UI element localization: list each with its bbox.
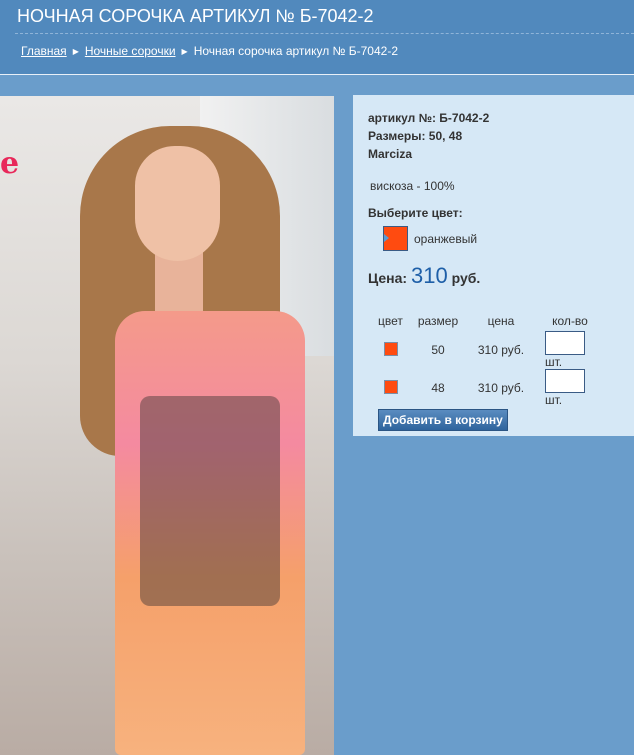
add-to-cart-button[interactable]: Добавить в корзину — [378, 409, 508, 431]
price-currency: руб. — [451, 270, 481, 286]
cell-color — [372, 369, 409, 407]
unit-label: шт. — [545, 393, 563, 407]
color-swatch — [383, 341, 398, 356]
quantity-input[interactable] — [545, 331, 585, 355]
price-label: Цена: — [368, 270, 408, 286]
breadcrumb: Главная ▶ Ночные сорочки ▶ Ночная сорочка ар… — [21, 44, 398, 58]
col-price: цена — [487, 314, 515, 328]
unit-label: шт. — [545, 355, 563, 369]
cell-size: 50 — [431, 343, 445, 357]
table-row: 50 310 руб. шт. — [372, 331, 605, 369]
price-value: 310 — [410, 263, 448, 288]
product-info-panel: артикул №: Б-7042-2 Размеры: 50, 48 Marc… — [353, 95, 634, 436]
breadcrumb-home[interactable]: Главная — [21, 44, 67, 58]
divider — [15, 33, 634, 34]
choose-color-label: Выберите цвет: — [368, 206, 463, 220]
color-swatch[interactable] — [383, 226, 408, 251]
table-header: цвет размер цена кол-во — [372, 311, 605, 331]
cell-qty: шт. — [535, 331, 605, 369]
page-title: НОЧНАЯ СОРОЧКА АРТИКУЛ № Б-7042-2 — [17, 6, 374, 26]
page-header: НОЧНАЯ СОРОЧКА АРТИКУЛ № Б-7042-2 Главна… — [0, 0, 634, 75]
cell-price: 310 руб. — [477, 381, 525, 395]
quantity-input[interactable] — [545, 369, 585, 393]
product-photo[interactable]: e — [0, 96, 334, 755]
variants-table: цвет размер цена кол-во 50 310 руб. шт. … — [372, 311, 605, 407]
cell-qty: шт. — [535, 369, 605, 407]
price: Цена: 310 руб. — [368, 263, 634, 289]
chevron-right-icon: ▶ — [72, 47, 79, 56]
cell-size: 48 — [431, 381, 445, 395]
photo-model-face — [135, 146, 220, 261]
col-qty: кол-во — [552, 314, 588, 328]
breadcrumb-current: Ночная сорочка артикул № Б-7042-2 — [193, 44, 398, 58]
color-option[interactable]: оранжевый — [383, 226, 634, 251]
color-name: оранжевый — [414, 231, 478, 246]
material: вискоза - 100% — [370, 179, 455, 193]
cell-color — [372, 331, 409, 369]
article: артикул №: Б-7042-2 — [368, 111, 490, 125]
chevron-right-icon: ▶ — [181, 47, 188, 56]
color-swatch — [383, 379, 398, 394]
sizes: Размеры: 50, 48 — [368, 129, 463, 143]
col-size: размер — [417, 314, 459, 328]
brand: Marciza — [368, 147, 413, 161]
table-row: 48 310 руб. шт. — [372, 369, 605, 407]
photo-dress-print — [140, 396, 280, 606]
cell-price: 310 руб. — [477, 343, 525, 357]
col-color: цвет — [378, 314, 403, 328]
breadcrumb-category[interactable]: Ночные сорочки — [85, 44, 176, 58]
brand-logo: e — [0, 146, 20, 181]
